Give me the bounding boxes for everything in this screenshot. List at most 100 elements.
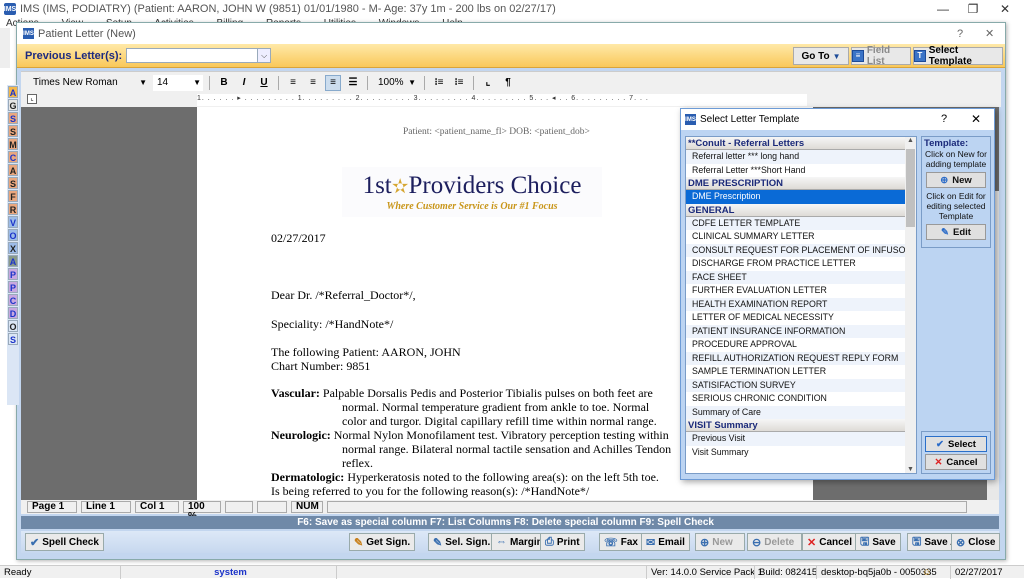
quick-item[interactable]: A (8, 255, 18, 267)
new-label: New (712, 536, 733, 548)
quick-item[interactable]: M (8, 138, 18, 150)
template-list-item[interactable]: FURTHER EVALUATION LETTER (686, 284, 916, 298)
quick-item[interactable]: S (8, 125, 18, 137)
quick-item[interactable]: D (8, 307, 18, 319)
select-letter-template-dialog: IMS Select Letter Template ? ✕ **Conult … (680, 108, 995, 480)
scroll-thumb[interactable] (906, 149, 915, 227)
numbered-list-icon[interactable]: ⁝≡ (431, 75, 447, 91)
minimize-button[interactable]: — (928, 0, 958, 18)
font-size-select[interactable]: 14 ▼ (153, 74, 203, 91)
align-center-icon[interactable]: ≡ (325, 74, 341, 91)
quick-item[interactable]: X (8, 242, 18, 254)
app-close-button[interactable]: ✕ (990, 0, 1020, 18)
bold-button[interactable]: B (216, 75, 232, 91)
template-list-item[interactable]: SERIOUS CHRONIC CONDITION (686, 392, 916, 406)
font-select[interactable]: Times New Roman ▼ (29, 74, 149, 91)
quick-item[interactable]: S (8, 112, 18, 124)
quick-item[interactable]: O (8, 229, 18, 241)
previous-letters-combo[interactable]: ⌵ (126, 48, 272, 63)
underline-button[interactable]: U (256, 75, 272, 91)
template-list-item[interactable]: Summary of Care (686, 405, 916, 419)
quick-item[interactable]: C (8, 151, 18, 163)
template-list-item[interactable]: REFILL AUTHORIZATION REQUEST REPLY FORM (686, 351, 916, 365)
template-help-button[interactable]: ? (941, 113, 947, 125)
user-status: system (120, 566, 336, 579)
template-list-item[interactable]: Referral letter *** long hand (686, 150, 916, 164)
edit-template-button[interactable]: ✎ Edit (926, 224, 986, 240)
referral-line: Is being referred to you for the followi… (271, 484, 590, 498)
quick-item[interactable]: V (8, 216, 18, 228)
template-list-item[interactable]: CDFE LETTER TEMPLATE (686, 216, 916, 230)
fax-button[interactable]: ☏ Fax (599, 533, 643, 551)
user-icon: ☺ (922, 567, 932, 578)
sel-sign-button[interactable]: ✎ Sel. Sign. (428, 533, 496, 551)
quick-item[interactable]: A (8, 86, 18, 98)
align-right-icon[interactable]: ≡ (305, 75, 321, 91)
italic-button[interactable]: I (236, 75, 252, 91)
template-list-scrollbar[interactable]: ▲ ▼ (905, 137, 916, 473)
template-cancel-button[interactable]: ✕ Cancel (925, 454, 987, 470)
quick-item[interactable]: P (8, 268, 18, 280)
template-close-button[interactable]: ✕ (971, 112, 981, 126)
dialog-close-button[interactable]: ✕ (985, 27, 994, 40)
goto-button[interactable]: Go To ▼ (793, 47, 849, 65)
separator (424, 75, 425, 90)
template-list-item[interactable]: CLINICAL SUMMARY LETTER (686, 230, 916, 244)
company-logo: 1st✫Providers Choice Where Customer Serv… (342, 167, 602, 217)
template-list-item[interactable]: PROCEDURE APPROVAL (686, 338, 916, 352)
close-button[interactable]: ⊗ Close (951, 533, 1001, 551)
select-button[interactable]: ✔ Select (925, 436, 987, 452)
template-list-item[interactable]: LETTER OF MEDICAL NECESSITY (686, 311, 916, 325)
neurologic-line: reflex. (342, 456, 373, 470)
template-list-item[interactable]: Referral Letter ***Short Hand (686, 164, 916, 178)
template-list-item[interactable]: Previous Visit (686, 432, 916, 446)
template-list-item[interactable]: DISCHARGE FROM PRACTICE LETTER (686, 257, 916, 271)
tab-type-icon[interactable]: ⌞ (27, 94, 37, 104)
quick-item[interactable]: F (8, 190, 18, 202)
spell-check-button[interactable]: ✔ Spell Check (25, 533, 104, 551)
template-list-item[interactable]: SATISIFACTION SURVEY (686, 378, 916, 392)
ruler[interactable]: 1. . . . . . ▸ . . . . . . . . . 1. . . … (197, 94, 807, 106)
quick-item[interactable]: S (8, 177, 18, 189)
chevron-down-icon[interactable]: ⌵ (257, 49, 271, 62)
template-list-item[interactable]: SAMPLE TERMINATION LETTER (686, 365, 916, 379)
delete-button[interactable]: ⊖ Delete (747, 533, 802, 551)
quick-item[interactable]: G (8, 99, 18, 111)
select-template-button[interactable]: T Select Template (913, 45, 1003, 67)
restore-button[interactable]: ❐ (958, 0, 988, 18)
app-status-bar: Ready system Ver: 14.0.0 Service Pack 1 … (0, 565, 1024, 579)
delete-label: Delete (764, 536, 795, 548)
new-template-button[interactable]: ⊕ New (926, 172, 986, 188)
page-indicator: Page 1 (27, 501, 77, 513)
quick-item[interactable]: R (8, 203, 18, 215)
quick-item[interactable]: C (8, 294, 18, 306)
zoom-select[interactable]: 100% ▼ (374, 74, 418, 91)
new-button[interactable]: ⊕ New (695, 533, 745, 551)
cancel-button[interactable]: ✕ Cancel (802, 533, 858, 551)
tab-stop-icon[interactable]: ⌞ (480, 75, 496, 91)
build-status: Build: 082415 (754, 566, 817, 579)
template-list-item[interactable]: HEALTH EXAMINATION REPORT (686, 297, 916, 311)
email-button[interactable]: ✉ Email (641, 533, 690, 551)
template-list-item[interactable]: PATIENT INSURANCE INFORMATION (686, 324, 916, 338)
show-marks-button[interactable]: ¶ (500, 75, 516, 91)
field-list-button[interactable]: ≡ Field List (851, 45, 911, 67)
print-button[interactable]: ⎙ Print (540, 533, 585, 551)
scroll-up-icon[interactable]: ▲ (905, 137, 916, 144)
template-list-item[interactable]: DME Prescription (686, 190, 916, 204)
status-cell (225, 501, 253, 513)
align-left-icon[interactable]: ≡ (285, 75, 301, 91)
quick-item[interactable]: O (8, 320, 18, 332)
template-list-item[interactable]: FACE SHEET (686, 270, 916, 284)
quick-item[interactable]: S (8, 333, 18, 345)
save-button[interactable]: 🖫 Save (855, 533, 901, 551)
bullet-list-icon[interactable]: ⁝≡ (451, 75, 467, 91)
justify-icon[interactable]: ☰ (345, 75, 361, 91)
get-sign-button[interactable]: ✎ Get Sign. (349, 533, 416, 551)
quick-item[interactable]: A (8, 164, 18, 176)
quick-item[interactable]: P (8, 281, 18, 293)
scroll-down-icon[interactable]: ▼ (905, 466, 916, 473)
dialog-help-button[interactable]: ? (957, 28, 963, 40)
template-list-item[interactable]: Visit Summary (686, 446, 916, 460)
template-list-item[interactable]: CONSULT REQUEST FOR PLACEMENT OF INFUSOP… (686, 243, 916, 257)
